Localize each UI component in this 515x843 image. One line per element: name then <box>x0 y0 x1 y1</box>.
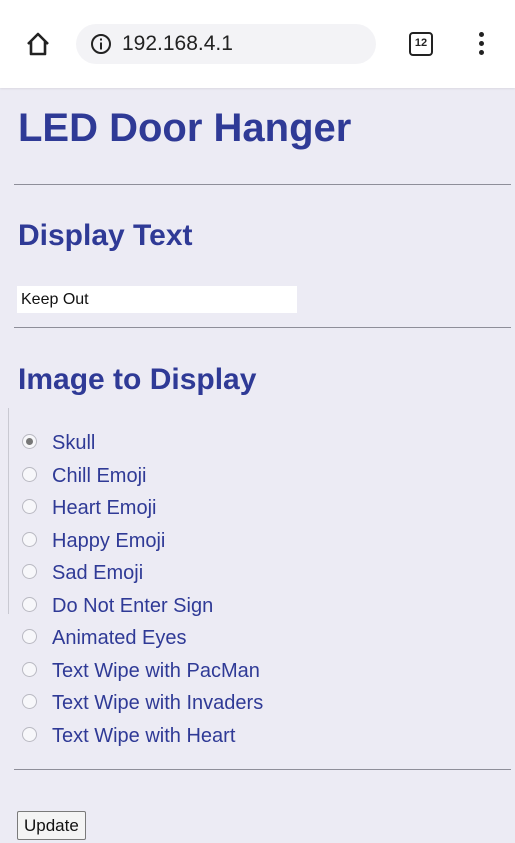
divider <box>8 408 9 614</box>
radio-button[interactable] <box>22 499 37 514</box>
home-icon <box>27 32 49 56</box>
radio-label[interactable]: Sad Emoji <box>52 562 143 584</box>
address-bar[interactable]: 192.168.4.1 <box>76 24 376 64</box>
radio-label[interactable]: Text Wipe with Invaders <box>52 692 263 714</box>
radio-label[interactable]: Heart Emoji <box>52 497 156 519</box>
radio-button[interactable] <box>22 629 37 644</box>
radio-button[interactable] <box>22 531 37 547</box>
radio-label[interactable]: Skull <box>52 432 95 454</box>
image-to-display-heading: Image to Display <box>18 363 257 396</box>
radio-button[interactable] <box>22 564 37 579</box>
update-button[interactable]: Update <box>17 811 86 840</box>
radio-button[interactable] <box>22 726 37 742</box>
divider <box>14 769 511 770</box>
overflow-menu-icon[interactable] <box>474 30 488 58</box>
tab-switcher-button[interactable]: 12 <box>409 32 433 56</box>
radio-button[interactable] <box>22 466 37 482</box>
radio-button[interactable] <box>22 661 37 677</box>
radio-label[interactable]: Happy Emoji <box>52 530 165 552</box>
radio-label[interactable]: Do Not Enter Sign <box>52 595 213 617</box>
radio-button[interactable] <box>22 434 37 449</box>
display-text-input[interactable] <box>17 286 297 313</box>
page-content: LED Door Hanger Display Text Image to Di… <box>0 88 515 843</box>
url-text: 192.168.4.1 <box>122 32 233 55</box>
radio-button[interactable] <box>22 596 37 612</box>
info-icon[interactable] <box>90 33 112 55</box>
radio-label[interactable]: Animated Eyes <box>52 627 187 649</box>
page-title: LED Door Hanger <box>18 106 352 150</box>
home-button[interactable] <box>24 30 52 58</box>
divider <box>14 327 511 328</box>
browser-toolbar: 192.168.4.1 12 <box>0 0 515 88</box>
radio-button[interactable] <box>22 694 37 709</box>
radio-label[interactable]: Text Wipe with Heart <box>52 725 235 747</box>
display-text-heading: Display Text <box>18 219 193 252</box>
divider <box>14 184 511 185</box>
radio-label[interactable]: Text Wipe with PacMan <box>52 660 260 682</box>
radio-label[interactable]: Chill Emoji <box>52 465 146 487</box>
